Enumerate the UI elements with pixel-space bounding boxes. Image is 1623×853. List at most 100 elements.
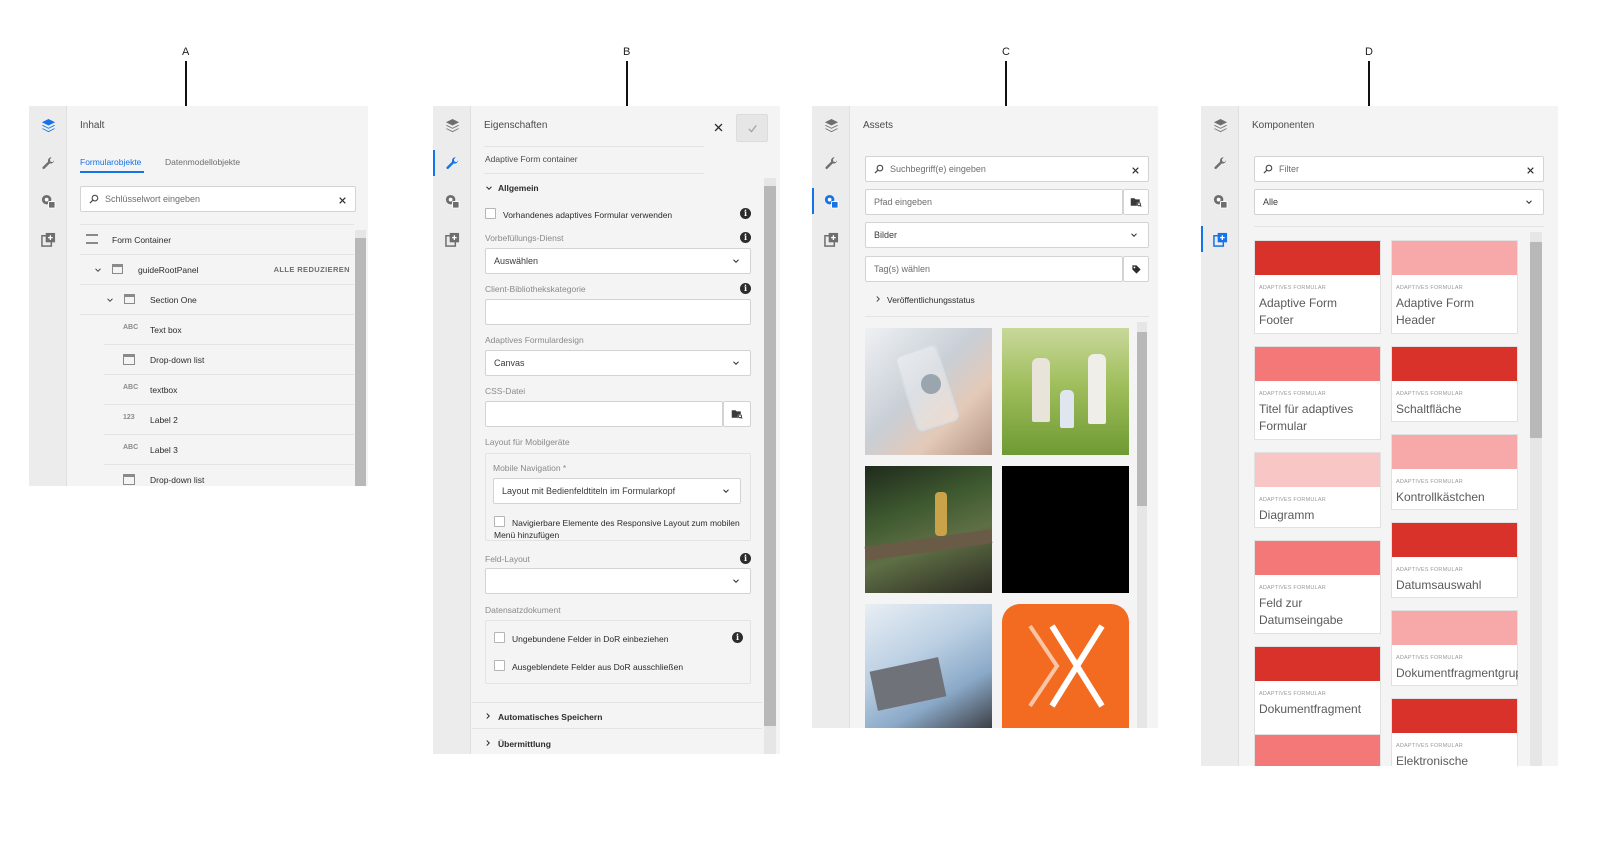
mobile-nav-select[interactable]: Layout mit Bedienfeldtiteln im Formulark… [493, 478, 741, 504]
phone-hand-image[interactable] [865, 328, 992, 455]
close-icon[interactable] [1131, 166, 1140, 175]
component-card[interactable]: ADAPTIVES FORMULAR Kontrollkästchen [1391, 434, 1518, 510]
tab-form-objects[interactable]: Formularobjekte [80, 157, 141, 167]
tags-placeholder: Tag(s) wählen [874, 264, 931, 274]
info-icon[interactable]: i [732, 632, 743, 643]
layers-icon[interactable] [433, 110, 471, 140]
collapse-all-button[interactable]: ALLE REDUZIEREN [274, 265, 350, 274]
component-card[interactable]: ADAPTIVES FORMULAR Elektronische [1391, 698, 1518, 766]
component-card[interactable]: ADAPTIVES FORMULAR Adaptive Form Header [1391, 240, 1518, 334]
section-general[interactable]: Allgemein [498, 183, 539, 193]
components-icon[interactable] [433, 224, 471, 254]
layers-icon[interactable] [812, 110, 850, 140]
scrollbar-thumb[interactable] [1530, 242, 1542, 438]
components-icon[interactable] [1201, 224, 1239, 254]
component-card[interactable]: ADAPTIVES FORMULAR Adaptive Form Footer [1254, 240, 1381, 334]
orange-x-logo-image[interactable] [1002, 604, 1129, 728]
hiker-forest-image[interactable] [864, 466, 993, 593]
field-layout-select[interactable] [485, 568, 751, 594]
wrench-icon[interactable] [29, 148, 67, 178]
family-walking-image[interactable] [1002, 328, 1129, 455]
tree-row[interactable]: Section One [80, 285, 354, 315]
components-icon[interactable] [812, 224, 850, 254]
search-placeholder: Suchbegriff(e) eingeben [890, 164, 986, 174]
component-card[interactable]: ADAPTIVES FORMULAR Datumsauswahl [1391, 522, 1518, 598]
publish-status-filter[interactable]: Veröffentlichungsstatus [887, 295, 975, 305]
chevron-down-icon[interactable] [94, 266, 102, 274]
mobile-nav-label: Mobile Navigation * [493, 463, 567, 473]
tree-row[interactable]: Drop-down list [104, 465, 354, 486]
laptop-typing-image[interactable] [865, 604, 992, 728]
component-card[interactable]: ADAPTIVES FORMULAR Titel für adaptives Fo… [1254, 346, 1381, 440]
search-icon [89, 194, 99, 204]
browse-button[interactable] [723, 401, 751, 427]
chevron-right-icon[interactable] [484, 712, 492, 720]
path-browse-button[interactable] [1123, 189, 1149, 215]
tag-picker-button[interactable] [1123, 256, 1149, 282]
tab-data-model-objects[interactable]: Datenmodellobjekte [165, 157, 240, 167]
components-icon[interactable] [29, 224, 67, 254]
component-group-select[interactable]: Alle [1254, 189, 1544, 215]
tree-row[interactable]: ABC Text box [104, 315, 354, 345]
component-name: Dokumentfragmentgrup [1396, 666, 1518, 680]
assets-icon[interactable] [433, 186, 471, 216]
design-select[interactable]: Canvas [485, 350, 751, 376]
navigable-elements-checkbox[interactable] [494, 516, 505, 527]
scrollbar-thumb[interactable] [764, 186, 776, 726]
path-placeholder: Pfad eingeben [874, 197, 933, 207]
close-icon[interactable] [1526, 166, 1535, 175]
component-card[interactable]: ADAPTIVES FORMULAR Diagramm [1254, 452, 1381, 528]
component-card[interactable]: ADAPTIVES FORMULAR [1254, 734, 1381, 766]
scrollbar-thumb[interactable] [355, 238, 366, 486]
component-card[interactable]: ADAPTIVES FORMULAR Dokumentfragmentgrup [1391, 610, 1518, 686]
close-icon[interactable] [338, 196, 347, 205]
close-icon[interactable] [713, 122, 724, 133]
tree-row[interactable]: ABC Label 3 [104, 435, 354, 465]
tree-row[interactable]: Drop-down list [104, 345, 354, 375]
info-icon[interactable]: i [740, 283, 751, 294]
component-name: Schaltfläche [1396, 402, 1462, 416]
chevron-down-icon[interactable] [485, 184, 493, 192]
section-submit[interactable]: Übermittlung [498, 739, 551, 749]
chevron-right-icon[interactable] [484, 739, 492, 747]
tree-row[interactable]: guideRootPanel ALLE REDUZIEREN [80, 255, 354, 285]
chevron-right-icon[interactable] [874, 295, 882, 303]
dor-unbound-checkbox[interactable] [494, 632, 505, 643]
client-lib-input[interactable] [485, 299, 751, 325]
done-button[interactable] [736, 114, 768, 142]
tree-row[interactable]: Form Container [80, 225, 354, 255]
wrench-icon[interactable] [1201, 148, 1239, 178]
path-input[interactable]: Pfad eingeben [865, 189, 1123, 215]
css-file-input[interactable] [485, 401, 723, 427]
scrollbar-thumb[interactable] [1137, 332, 1147, 506]
assets-icon[interactable] [29, 186, 67, 216]
component-name: Diagramm [1259, 508, 1315, 522]
component-card[interactable]: ADAPTIVES FORMULAR Feld zur Datumseingabe [1254, 540, 1381, 634]
component-card[interactable]: ADAPTIVES FORMULAR Dokumentfragment [1254, 646, 1381, 740]
layers-icon[interactable] [1201, 110, 1239, 140]
dor-hidden-checkbox[interactable] [494, 660, 505, 671]
prefill-select[interactable]: Auswählen [485, 248, 751, 274]
info-icon[interactable]: i [740, 232, 751, 243]
wrench-icon[interactable] [433, 148, 471, 178]
use-existing-checkbox[interactable] [485, 208, 496, 219]
component-card[interactable]: ADAPTIVES FORMULAR Schaltfläche [1391, 346, 1518, 422]
chevron-down-icon [1130, 231, 1138, 239]
tags-input[interactable]: Tag(s) wählen [865, 256, 1123, 282]
filter-placeholder: Filter [1279, 164, 1299, 174]
tree-row[interactable]: 123 Label 2 [104, 405, 354, 435]
asset-search-field[interactable]: Suchbegriff(e) eingeben [865, 156, 1149, 182]
section-autosave[interactable]: Automatisches Speichern [498, 712, 602, 722]
chevron-down-icon[interactable] [106, 296, 114, 304]
asset-type-select[interactable]: Bilder [865, 222, 1149, 248]
info-icon[interactable]: i [740, 553, 751, 564]
black-image[interactable] [1002, 466, 1129, 593]
component-filter-field[interactable]: Filter [1254, 156, 1544, 182]
layers-icon[interactable] [29, 110, 67, 140]
keyword-search-field[interactable]: Schlüsselwort eingeben [80, 186, 356, 212]
wrench-icon[interactable] [812, 148, 850, 178]
info-icon[interactable]: i [740, 208, 751, 219]
assets-icon[interactable] [1201, 186, 1239, 216]
tree-row[interactable]: ABC textbox [104, 375, 354, 405]
assets-icon[interactable] [812, 186, 850, 216]
